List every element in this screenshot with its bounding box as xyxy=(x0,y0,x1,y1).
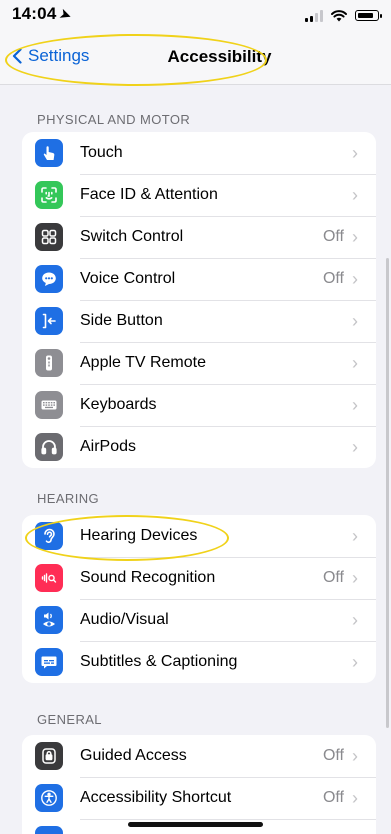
row-apple-tv-remote[interactable]: Apple TV Remote › xyxy=(22,342,376,384)
chevron-right-icon: › xyxy=(352,567,358,588)
page-title: Accessibility xyxy=(167,47,272,66)
chevron-right-icon: › xyxy=(352,745,358,766)
status-bar: 14:04 ➤ xyxy=(0,0,391,34)
row-voice-control[interactable]: Voice Control Off › xyxy=(22,258,376,300)
navigation-bar: Settings Accessibility xyxy=(0,34,391,85)
section-header-hearing: HEARING xyxy=(37,491,100,506)
cellular-signal-icon xyxy=(305,9,323,22)
row-sound-recognition[interactable]: Sound Recognition Off › xyxy=(22,557,376,599)
side-button-icon xyxy=(35,307,63,335)
chevron-right-icon: › xyxy=(352,352,358,373)
switch-control-icon xyxy=(35,223,63,251)
location-arrow-icon: ➤ xyxy=(58,5,74,24)
row-subtitles-captioning[interactable]: Subtitles & Captioning › xyxy=(22,641,376,683)
row-label: Voice Control xyxy=(80,270,176,287)
row-keyboards[interactable]: Keyboards › xyxy=(22,384,376,426)
settings-group-physical-motor: Touch › Face ID & Attention › Switch Con… xyxy=(22,132,376,468)
wifi-icon xyxy=(331,10,347,22)
settings-group-general: Guided Access Off › Accessibility Shortc… xyxy=(22,735,376,834)
row-hearing-devices[interactable]: Hearing Devices › xyxy=(22,515,376,557)
home-indicator[interactable] xyxy=(128,822,263,827)
row-label: Hearing Devices xyxy=(80,527,198,544)
airpods-icon xyxy=(35,433,63,461)
row-audio-visual[interactable]: Audio/Visual › xyxy=(22,599,376,641)
chevron-right-icon: › xyxy=(352,268,358,289)
row-label: Switch Control xyxy=(80,228,184,245)
face-id-icon xyxy=(35,181,63,209)
row-label: Audio/Visual xyxy=(80,611,169,628)
section-header-general: GENERAL xyxy=(37,712,102,727)
tv-remote-icon xyxy=(35,349,63,377)
voice-control-icon xyxy=(35,265,63,293)
row-label: Keyboards xyxy=(80,396,157,413)
subtitles-icon xyxy=(35,648,63,676)
row-value: Off xyxy=(322,747,344,764)
status-icons xyxy=(305,9,382,22)
row-label: Guided Access xyxy=(80,747,187,764)
row-label: Face ID & Attention xyxy=(80,186,218,203)
chevron-right-icon: › xyxy=(352,787,358,808)
row-guided-access[interactable]: Guided Access Off › xyxy=(22,735,376,777)
audio-visual-icon xyxy=(35,606,63,634)
row-touch[interactable]: Touch › xyxy=(22,132,376,174)
row-label: Touch xyxy=(80,144,123,161)
row-value: Off xyxy=(322,569,344,586)
settings-group-hearing: Hearing Devices › Sound Recognition Off … xyxy=(22,515,376,683)
row-airpods[interactable]: AirPods › xyxy=(22,426,376,468)
keyboard-icon xyxy=(35,391,63,419)
chevron-right-icon: › xyxy=(352,142,358,163)
row-accessibility-shortcut[interactable]: Accessibility Shortcut Off › xyxy=(22,777,376,819)
time-text: 14:04 xyxy=(12,4,57,23)
row-label: Subtitles & Captioning xyxy=(80,653,238,670)
section-header-physical-motor: PHYSICAL AND MOTOR xyxy=(37,112,191,127)
per-app-settings-icon xyxy=(35,826,63,834)
row-value: Off xyxy=(322,228,344,245)
row-value: Off xyxy=(322,789,344,806)
touch-hand-icon xyxy=(35,139,63,167)
chevron-right-icon: › xyxy=(352,226,358,247)
ear-icon xyxy=(35,522,63,550)
row-side-button[interactable]: Side Button › xyxy=(22,300,376,342)
chevron-right-icon: › xyxy=(352,310,358,331)
chevron-right-icon: › xyxy=(352,394,358,415)
row-switch-control[interactable]: Switch Control Off › xyxy=(22,216,376,258)
row-label: AirPods xyxy=(80,438,137,455)
chevron-right-icon: › xyxy=(352,609,358,630)
row-face-id-attention[interactable]: Face ID & Attention › xyxy=(22,174,376,216)
battery-icon xyxy=(355,10,382,21)
chevron-right-icon: › xyxy=(352,651,358,672)
accessibility-shortcut-icon xyxy=(35,784,63,812)
status-time: 14:04 ➤ xyxy=(12,4,74,24)
row-value: Off xyxy=(322,270,344,287)
row-label: Sound Recognition xyxy=(80,569,216,586)
sound-recognition-icon xyxy=(35,564,63,592)
guided-access-icon xyxy=(35,742,63,770)
chevron-right-icon: › xyxy=(352,184,358,205)
row-label: Apple TV Remote xyxy=(80,354,206,371)
scroll-indicator[interactable] xyxy=(386,258,389,728)
row-label: Accessibility Shortcut xyxy=(80,789,232,806)
chevron-right-icon: › xyxy=(352,436,358,457)
chevron-right-icon: › xyxy=(352,525,358,546)
row-label: Side Button xyxy=(80,312,163,329)
